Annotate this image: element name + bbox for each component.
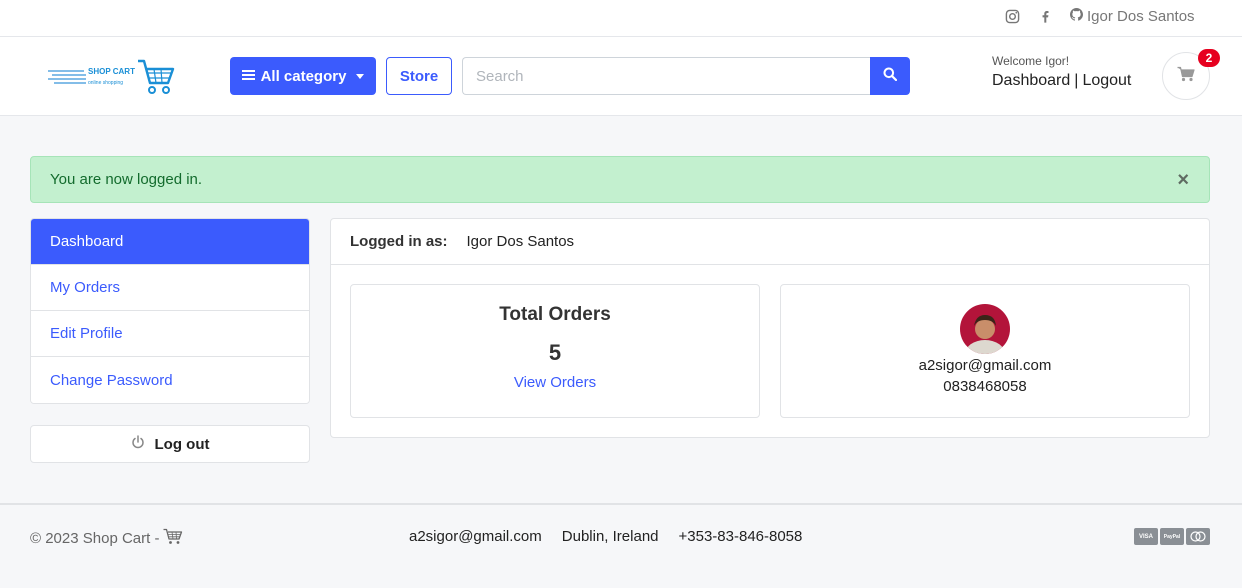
search-input[interactable] bbox=[462, 57, 870, 95]
profile-box: a2sigor@gmail.com 0838468058 bbox=[780, 284, 1190, 418]
sidebar-item-change-password[interactable]: Change Password bbox=[31, 357, 309, 403]
github-icon bbox=[1070, 8, 1083, 25]
total-orders-box: Total Orders 5 View Orders bbox=[350, 284, 760, 418]
cart-count-badge: 2 bbox=[1198, 49, 1220, 67]
total-orders-title: Total Orders bbox=[499, 304, 611, 325]
logout-link[interactable]: Logout bbox=[1082, 72, 1131, 89]
logged-in-label: Logged in as: bbox=[350, 233, 448, 250]
all-category-label: All category bbox=[260, 67, 347, 85]
welcome-text: Welcome Igor! bbox=[992, 54, 1070, 68]
github-user-name: Igor Dos Santos bbox=[1087, 8, 1195, 25]
shopping-cart-icon bbox=[1177, 66, 1195, 87]
dashboard-link[interactable]: Dashboard bbox=[992, 72, 1070, 89]
footer-phone: +353-83-846-8058 bbox=[678, 528, 803, 545]
user-links: Dashboard | Logout bbox=[992, 72, 1131, 90]
top-bar: Igor Dos Santos bbox=[0, 0, 1242, 37]
svg-text:online shopping: online shopping bbox=[88, 80, 123, 86]
instagram-icon[interactable] bbox=[1005, 9, 1021, 25]
chevron-down-icon bbox=[356, 73, 365, 79]
sidebar-item-dashboard[interactable]: Dashboard bbox=[31, 219, 309, 265]
paypal-icon: PayPal bbox=[1160, 528, 1184, 545]
github-user-link[interactable]: Igor Dos Santos bbox=[1070, 8, 1195, 25]
menu-icon bbox=[241, 68, 255, 85]
card-header: Logged in as: Igor Dos Santos bbox=[331, 219, 1209, 265]
dashboard-card: Logged in as: Igor Dos Santos Total Orde… bbox=[330, 218, 1210, 438]
shop-cart-logo[interactable]: SHOP CART online shopping bbox=[46, 57, 176, 97]
footer-email: a2sigor@gmail.com bbox=[409, 528, 542, 545]
mastercard-icon bbox=[1186, 528, 1210, 545]
avatar bbox=[960, 304, 1010, 354]
footer-location: Dublin, Ireland bbox=[561, 528, 659, 545]
login-success-alert: You are now logged in. × bbox=[30, 156, 1210, 203]
footer-contact: a2sigor@gmail.com Dublin, Ireland +353-83-… bbox=[409, 528, 822, 545]
profile-email: a2sigor@gmail.com bbox=[918, 357, 1052, 374]
account-sidebar: Dashboard My Orders Edit Profile Change … bbox=[30, 218, 310, 404]
facebook-icon[interactable] bbox=[1038, 9, 1054, 25]
main-header: SHOP CART online shopping All category S… bbox=[0, 37, 1242, 116]
link-separator: | bbox=[1074, 72, 1079, 89]
search-button[interactable] bbox=[870, 57, 910, 95]
site-footer: © 2023 Shop Cart - a2sigor@gmail.com Dubl… bbox=[0, 503, 1242, 588]
sidebar-item-edit-profile[interactable]: Edit Profile bbox=[31, 311, 309, 357]
total-orders-count: 5 bbox=[548, 340, 562, 365]
profile-phone: 0838468058 bbox=[943, 378, 1027, 395]
cart-icon bbox=[163, 528, 183, 549]
power-icon bbox=[131, 435, 145, 453]
alert-message: You are now logged in. bbox=[50, 171, 203, 188]
sidebar-item-my-orders[interactable]: My Orders bbox=[31, 265, 309, 311]
copyright: © 2023 Shop Cart - bbox=[30, 528, 183, 549]
close-icon[interactable]: × bbox=[1177, 170, 1189, 190]
copyright-text: © 2023 Shop Cart - bbox=[30, 530, 160, 547]
all-category-button[interactable]: All category bbox=[230, 57, 376, 95]
logged-in-user: Igor Dos Santos bbox=[466, 233, 575, 250]
store-button[interactable]: Store bbox=[386, 57, 452, 95]
log-out-button[interactable]: Log out bbox=[30, 425, 310, 463]
log-out-label: Log out bbox=[154, 435, 210, 453]
view-orders-link[interactable]: View Orders bbox=[351, 374, 759, 391]
visa-icon: VISA bbox=[1134, 528, 1158, 545]
search-icon bbox=[883, 67, 898, 86]
svg-text:SHOP CART: SHOP CART bbox=[88, 67, 135, 76]
